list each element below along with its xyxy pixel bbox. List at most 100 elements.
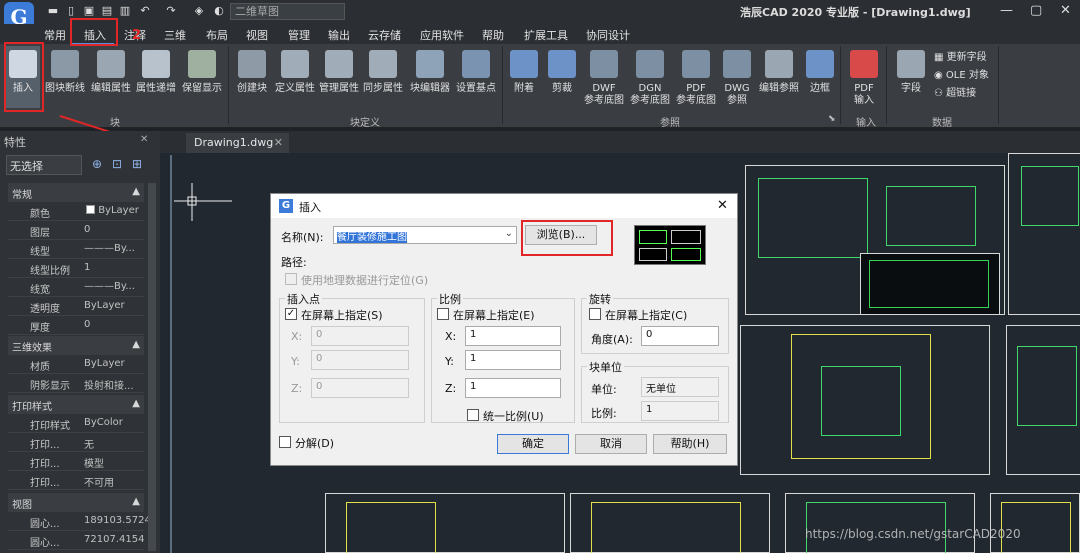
pickadd-icon[interactable]: ⊞ — [132, 157, 142, 171]
prop-row[interactable]: 材质 ByLayer — [8, 355, 144, 374]
menu-apps[interactable]: 应用软件 — [420, 27, 464, 43]
attach-button[interactable]: 附着 — [506, 46, 542, 108]
redo-icon[interactable]: ↷ — [164, 4, 178, 18]
prop-row[interactable]: 图层 0 — [8, 221, 144, 240]
menu-help[interactable]: 帮助 — [482, 27, 504, 43]
menu-layout[interactable]: 布局 — [206, 27, 228, 43]
insert-x-input[interactable]: 0 — [311, 326, 409, 346]
scale-y-input[interactable]: 1 — [465, 350, 561, 370]
manage-attribute-button[interactable]: 管理属性 — [318, 46, 360, 108]
hyperlink-button[interactable]: ⚇ 超链接 — [934, 84, 976, 99]
highlight-insert-button — [4, 42, 44, 112]
properties-scrollbar[interactable] — [148, 183, 156, 551]
quick-select-icon[interactable]: ⊕ — [92, 157, 102, 171]
menu-view[interactable]: 视图 — [246, 27, 268, 43]
minimize-icon[interactable]: — — [1000, 3, 1013, 18]
pdf-underlay-button[interactable]: PDF 参考底图 — [674, 46, 718, 108]
block-editor-button[interactable]: 块编辑器 — [408, 46, 452, 108]
dwg-reference-button[interactable]: DWG 参照 — [720, 46, 754, 108]
edit-reference-button[interactable]: 编辑参照 — [756, 46, 802, 108]
section-plot-style[interactable]: 打印样式 ▲ — [8, 395, 144, 414]
create-block-button[interactable]: 创建块 — [232, 46, 272, 108]
section-general[interactable]: 常规 ▲ — [8, 183, 144, 202]
prop-row[interactable]: 线型比例 1 — [8, 259, 144, 278]
menu-home[interactable]: 常用 — [44, 27, 66, 43]
workspace-select[interactable]: 二维草图 — [230, 3, 345, 20]
prop-row[interactable]: 厚度 0 — [8, 316, 144, 335]
print-icon[interactable]: ▥ — [118, 4, 132, 18]
dgn-underlay-button[interactable]: DGN 参考底图 — [628, 46, 672, 108]
scale-x-input[interactable]: 1 — [465, 326, 561, 346]
uniform-scale-checkbox[interactable] — [467, 409, 479, 421]
block-break-button[interactable]: 图块断线 — [44, 46, 86, 108]
unit-label: 单位: — [591, 383, 617, 396]
prop-row[interactable]: 打印... 模型 — [8, 452, 144, 471]
ole-object-button[interactable]: ◉ OLE 对象 — [934, 66, 989, 81]
tab-drawing1[interactable]: Drawing1.dwg ✕ — [186, 133, 289, 153]
prop-row[interactable]: 透明度 ByLayer — [8, 297, 144, 316]
define-attribute-button[interactable]: 定义属性 — [274, 46, 316, 108]
insert-z-input[interactable]: 0 — [311, 378, 409, 398]
prop-row[interactable]: 打印... 不可用 — [8, 471, 144, 490]
prop-row[interactable]: 打印样式 ByColor — [8, 414, 144, 433]
clip-button[interactable]: 剪裁 — [544, 46, 580, 108]
geo-locate-checkbox[interactable] — [285, 273, 297, 285]
help-button[interactable]: 帮助(H) — [653, 434, 727, 454]
prop-row[interactable]: 颜色 ByLayer — [8, 202, 144, 221]
scale-title: 比例 — [437, 291, 463, 307]
dialog-launcher-icon[interactable]: ⬊ — [828, 114, 836, 124]
insert-y-input[interactable]: 0 — [311, 350, 409, 370]
group-label-reference: 参照 — [660, 118, 680, 129]
insert-onscreen-checkbox[interactable]: ✓ — [285, 308, 297, 320]
dwg-icon — [723, 50, 751, 78]
headset-icon[interactable]: ◐ — [212, 4, 226, 18]
prop-row[interactable]: 圆心... 189103.5724 — [8, 512, 151, 531]
frame-button[interactable]: 边框 — [804, 46, 836, 108]
selection-dropdown[interactable]: 无选择 — [6, 155, 82, 175]
save-as-icon[interactable]: ▤ — [100, 4, 114, 18]
maximize-icon[interactable]: ▢ — [1030, 3, 1042, 18]
menu-icon[interactable]: ▬ — [46, 4, 60, 18]
close-icon[interactable]: ✕ — [1060, 3, 1071, 18]
attribute-increment-button[interactable]: 属性递增 — [134, 46, 178, 108]
menu-manage[interactable]: 管理 — [288, 27, 310, 43]
prop-row[interactable]: 阴影显示 投射和接... — [8, 374, 144, 393]
field-button[interactable]: 字段 — [894, 46, 928, 108]
prop-row[interactable]: 线宽 ———By... — [8, 278, 144, 297]
ok-button[interactable]: 确定 — [497, 434, 569, 454]
update-field-button[interactable]: ▦ 更新字段 — [934, 48, 987, 63]
keep-display-button[interactable]: 保留显示 — [180, 46, 224, 108]
dialog-close-icon[interactable]: ✕ — [717, 198, 728, 213]
prop-row[interactable]: 线型 ———By... — [8, 240, 144, 259]
menu-3d[interactable]: 三维 — [164, 27, 186, 43]
section-view[interactable]: 视图 ▲ — [8, 493, 144, 512]
rotation-onscreen-checkbox[interactable] — [589, 308, 601, 320]
menu-collab[interactable]: 协同设计 — [586, 27, 630, 43]
scale-onscreen-checkbox[interactable] — [437, 308, 449, 320]
explode-checkbox[interactable] — [279, 436, 291, 448]
dialog-titlebar — [271, 194, 737, 218]
new-file-icon[interactable]: ▯ — [64, 4, 78, 18]
dwf-underlay-button[interactable]: DWF 参考底图 — [582, 46, 626, 108]
angle-input[interactable]: 0 — [641, 326, 719, 346]
cancel-button[interactable]: 取消 — [575, 434, 647, 454]
undo-icon[interactable]: ↶ — [138, 4, 152, 18]
save-icon[interactable]: ▣ — [82, 4, 96, 18]
sync-attribute-button[interactable]: 同步属性 — [362, 46, 404, 108]
unit-value: 无单位 — [641, 377, 719, 397]
menu-cloud[interactable]: 云存储 — [368, 27, 401, 43]
panel-close-icon[interactable]: ✕ — [140, 134, 148, 145]
pdf-import-button[interactable]: PDF 输入 — [846, 46, 882, 108]
prop-row[interactable]: 打印... 无 — [8, 433, 144, 452]
prop-row[interactable]: 圆心... 72107.4154 — [8, 531, 144, 550]
tab-close-icon[interactable]: ✕ — [274, 136, 283, 149]
menu-output[interactable]: 输出 — [328, 27, 350, 43]
block-name-combobox[interactable]: 餐厅装修施工图 ⌄ — [333, 226, 517, 244]
set-basepoint-button[interactable]: 设置基点 — [454, 46, 498, 108]
select-objects-icon[interactable]: ⊡ — [112, 157, 122, 171]
edit-attribute-button[interactable]: 编辑属性 — [90, 46, 132, 108]
cube-icon[interactable]: ◈ — [192, 4, 206, 18]
menu-extensions[interactable]: 扩展工具 — [524, 27, 568, 43]
section-3d-effects[interactable]: 三维效果 ▲ — [8, 336, 144, 355]
scale-z-input[interactable]: 1 — [465, 378, 561, 398]
